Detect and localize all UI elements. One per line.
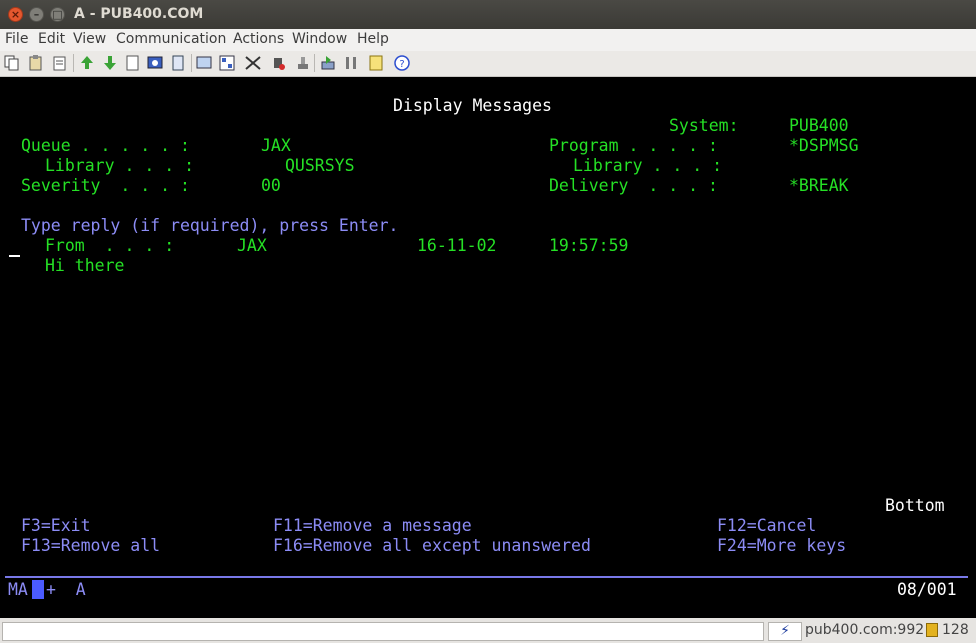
connection-icon: ⚡ bbox=[768, 622, 802, 641]
status-bar: ⚡ pub400.com:992 128 bbox=[0, 618, 976, 643]
fkey-f12-cancel[interactable]: F12=Cancel bbox=[717, 516, 816, 536]
toolbar-separator bbox=[73, 54, 74, 72]
severity-label: Severity . . . : bbox=[21, 176, 190, 195]
close-button[interactable]: × bbox=[8, 7, 23, 22]
delivery-value: *BREAK bbox=[789, 176, 849, 195]
menu-help[interactable]: Help bbox=[357, 31, 389, 47]
instruction-text: Type reply (if required), press Enter. bbox=[21, 216, 399, 235]
macro-edit-icon[interactable] bbox=[244, 54, 262, 72]
oia-mode-tail: + A bbox=[46, 580, 86, 599]
encryption-bits: 128 bbox=[942, 622, 969, 638]
title-bar: × – □ A - PUB400.COM bbox=[0, 0, 976, 29]
lock-icon bbox=[926, 623, 938, 637]
toolbar-separator bbox=[314, 54, 315, 72]
paste-list-icon[interactable] bbox=[51, 54, 69, 72]
selection-input-field[interactable] bbox=[9, 255, 20, 257]
print-screen-icon[interactable] bbox=[124, 54, 142, 72]
terminal-screen[interactable]: Display Messages System: PUB400 Queue . … bbox=[0, 77, 976, 618]
fkey-f16-remove-except-unanswered[interactable]: F16=Remove all except unanswered bbox=[273, 536, 591, 556]
help-icon[interactable]: ? bbox=[393, 54, 411, 72]
delivery-label: Delivery . . . : bbox=[549, 176, 718, 195]
close-icon: × bbox=[10, 8, 21, 21]
oia-mode: MA bbox=[8, 580, 28, 599]
keyboard-map-icon[interactable] bbox=[146, 54, 164, 72]
program-label: Program . . . . : bbox=[549, 136, 718, 155]
stop-icon[interactable] bbox=[269, 54, 287, 72]
fkey-f11-remove-message[interactable]: F11=Remove a message bbox=[273, 516, 472, 536]
cursor-position: 08/001 bbox=[897, 580, 957, 599]
notes-icon[interactable] bbox=[367, 54, 385, 72]
oia-cursor-block bbox=[32, 580, 44, 599]
toolbar-separator bbox=[191, 54, 192, 72]
system-value: PUB400 bbox=[789, 116, 849, 135]
send-icon[interactable] bbox=[78, 54, 96, 72]
menu-edit[interactable]: Edit bbox=[38, 31, 65, 47]
minimize-button[interactable]: – bbox=[29, 7, 44, 22]
from-user: JAX bbox=[237, 236, 267, 255]
calculator-icon[interactable] bbox=[218, 54, 236, 72]
screen-title: Display Messages bbox=[393, 96, 552, 115]
minimize-icon: – bbox=[33, 8, 40, 21]
menu-bar: File Edit View Communication Actions Win… bbox=[0, 29, 976, 51]
program-library-label: Library . . . : bbox=[573, 156, 723, 175]
fkey-f3-exit[interactable]: F3=Exit bbox=[21, 516, 91, 536]
maximize-button[interactable]: □ bbox=[50, 7, 65, 22]
fkey-f13-remove-all[interactable]: F13=Remove all bbox=[21, 536, 160, 556]
menu-window[interactable]: Window bbox=[292, 31, 347, 47]
fkey-f24-more-keys[interactable]: F24=More keys bbox=[717, 536, 846, 556]
oia-separator bbox=[5, 576, 968, 578]
status-message-field bbox=[2, 622, 764, 641]
maximize-icon: □ bbox=[52, 8, 63, 21]
paste-icon[interactable] bbox=[27, 54, 45, 72]
menu-communication[interactable]: Communication bbox=[116, 31, 226, 47]
menu-actions[interactable]: Actions bbox=[233, 31, 284, 47]
more-indicator: Bottom bbox=[885, 496, 945, 515]
display-icon[interactable] bbox=[195, 54, 213, 72]
svg-text:?: ? bbox=[399, 59, 404, 70]
window-title: A - PUB400.COM bbox=[74, 6, 204, 22]
copy-icon[interactable] bbox=[3, 54, 21, 72]
queue-value: JAX bbox=[261, 136, 291, 155]
toolbar: ? bbox=[0, 51, 976, 77]
menu-file[interactable]: File bbox=[5, 31, 28, 47]
from-time: 19:57:59 bbox=[549, 236, 629, 255]
severity-value: 00 bbox=[261, 176, 281, 195]
pause-icon[interactable] bbox=[342, 54, 360, 72]
from-date: 16-11-02 bbox=[417, 236, 497, 255]
host-address: pub400.com:992 bbox=[805, 622, 925, 638]
play-icon[interactable] bbox=[319, 54, 337, 72]
queue-library-value: QUSRSYS bbox=[285, 156, 355, 175]
macro-icon[interactable] bbox=[169, 54, 187, 72]
program-value: *DSPMSG bbox=[789, 136, 859, 155]
from-label: From . . . : bbox=[45, 236, 175, 255]
system-label: System: bbox=[669, 116, 739, 135]
queue-library-label: Library . . . : bbox=[45, 156, 195, 175]
queue-label: Queue . . . . . : bbox=[21, 136, 190, 155]
menu-view[interactable]: View bbox=[73, 31, 106, 47]
message-text[interactable]: Hi there bbox=[45, 256, 124, 276]
receive-icon[interactable] bbox=[101, 54, 119, 72]
record-icon[interactable] bbox=[294, 54, 312, 72]
